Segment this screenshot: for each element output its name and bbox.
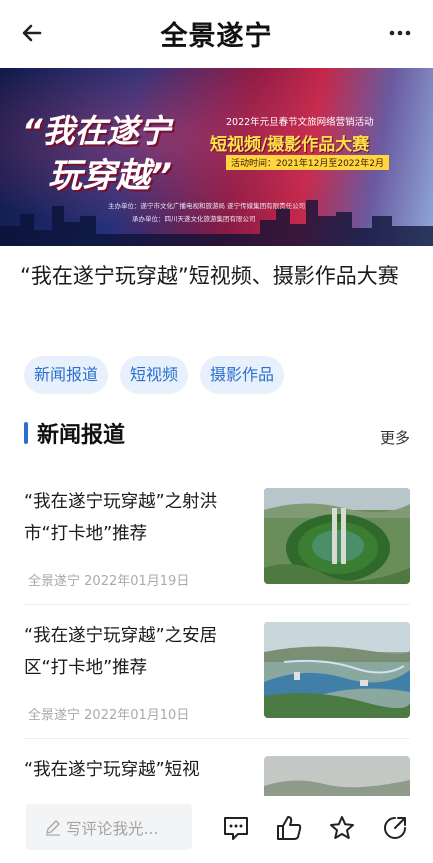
news-source: 全景遂宁: [28, 574, 81, 589]
news-thumbnail[interactable]: [264, 488, 410, 584]
list-divider: [24, 604, 410, 605]
campaign-banner[interactable]: “我在遂宁 玩穿越” 2022年元旦春节文旅网络营销活动 短视频/摄影作品大赛 …: [0, 68, 433, 246]
more-link[interactable]: 更多: [380, 427, 410, 448]
banner-subtitle: 2022年元旦春节文旅网络营销活动: [226, 117, 374, 128]
section-accent-bar: [24, 422, 28, 444]
tag-photography[interactable]: 摄影作品: [200, 356, 285, 394]
like-icon[interactable]: [275, 814, 303, 842]
page-title: 全景遂宁: [160, 21, 273, 52]
bottom-action-bar: 写评论我光...: [0, 796, 433, 863]
tag-news[interactable]: 新闻报道: [24, 356, 109, 394]
star-icon[interactable]: [328, 814, 356, 842]
share-icon[interactable]: [381, 814, 409, 842]
news-headline[interactable]: “我在遂宁玩穿越”短视: [24, 754, 252, 786]
list-divider: [24, 738, 410, 739]
news-date: 2022年01月19日: [84, 574, 190, 589]
news-meta: 全景遂宁 2022年01月10日: [28, 704, 189, 723]
news-item[interactable]: “我在遂宁玩穿越”之射洪市“打卡地”推荐 全景遂宁 2022年01月19日: [24, 486, 410, 602]
tag-list: 新闻报道 短视频 摄影作品: [24, 356, 285, 394]
news-headline[interactable]: “我在遂宁玩穿越”之射洪市“打卡地”推荐: [24, 486, 252, 550]
banner-slogan-line2: 玩穿越”: [48, 156, 172, 196]
news-item[interactable]: “我在遂宁玩穿越”之安居区“打卡地”推荐 全景遂宁 2022年01月10日: [24, 620, 410, 736]
news-thumbnail[interactable]: [264, 622, 410, 718]
news-source: 全景遂宁: [28, 708, 81, 723]
banner-organizer: 主办单位：遂宁市文化广播电视和旅游局 遂宁传媒集团有限责任公司: [108, 202, 306, 210]
banner-contest-title: 短视频/摄影作品大赛: [210, 135, 370, 155]
article-title: “我在遂宁玩穿越”短视频、摄影作品大赛: [20, 264, 399, 288]
comment-icon[interactable]: [222, 814, 250, 842]
news-meta: 全景遂宁 2022年01月19日: [28, 570, 189, 589]
tag-short-video[interactable]: 短视频: [120, 356, 189, 394]
top-nav-bar: 全景遂宁: [0, 0, 433, 68]
comment-placeholder: 写评论我光...: [66, 820, 159, 838]
news-headline[interactable]: “我在遂宁玩穿越”之安居区“打卡地”推荐: [24, 620, 252, 684]
more-dots-icon[interactable]: [385, 20, 415, 46]
pencil-icon: [46, 820, 60, 836]
news-thumbnail[interactable]: [264, 756, 410, 796]
banner-slogan-line1: “我在遂宁: [22, 112, 171, 150]
news-item[interactable]: “我在遂宁玩穿越”短视: [24, 754, 410, 796]
section-title: 新闻报道: [37, 423, 126, 448]
comment-input[interactable]: 写评论我光...: [26, 804, 192, 850]
banner-period: 活动时间：2021年12月至2022年2月: [226, 155, 389, 170]
news-date: 2022年01月10日: [84, 708, 190, 723]
section-header: 新闻报道 更多: [24, 416, 414, 452]
banner-co-organizer: 承办单位：四川天遂文化旅游集团有限公司: [132, 215, 256, 223]
